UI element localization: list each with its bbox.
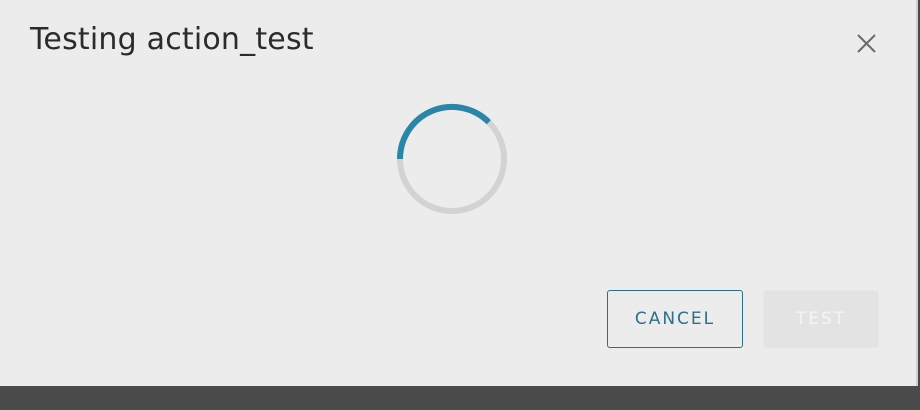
- loading-spinner-icon: [390, 100, 514, 224]
- test-action-dialog: Testing action_test CANCEL TEST: [0, 0, 918, 386]
- cancel-button[interactable]: CANCEL: [607, 290, 743, 348]
- close-icon[interactable]: [850, 28, 882, 60]
- background-overlay: [0, 386, 920, 410]
- test-button[interactable]: TEST: [763, 290, 879, 348]
- dialog-title: Testing action_test: [30, 22, 314, 57]
- spinner-arc: [397, 103, 491, 160]
- page: Testing action_test CANCEL TEST: [0, 0, 920, 410]
